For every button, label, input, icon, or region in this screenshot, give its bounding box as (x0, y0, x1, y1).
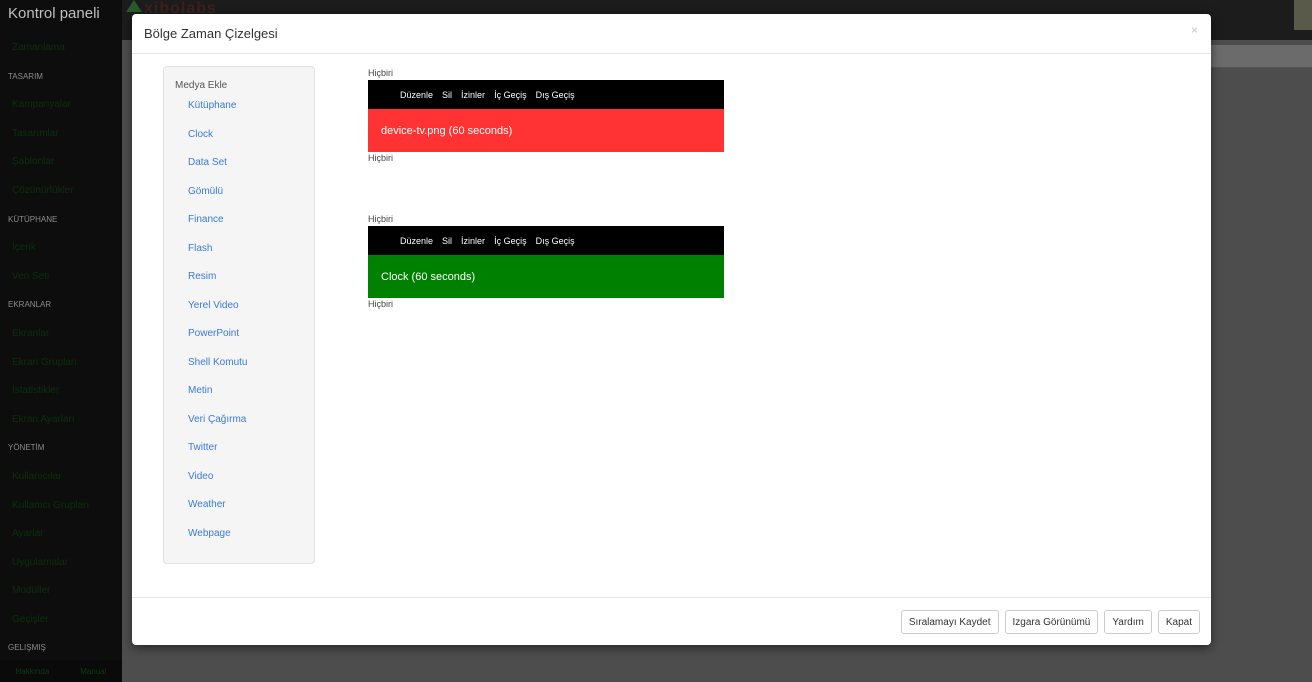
sidebar-item-ekran-gruplari[interactable]: Ekran Grupları (0, 349, 122, 378)
toolbar-izinler-button[interactable]: İzinler (461, 236, 485, 246)
sidebar-section-tasarim: TASARIM (8, 71, 43, 81)
media-type-list: Kütüphane Clock Data Set Gömülü Finance Flash… (188, 100, 247, 556)
media-item-data-set[interactable]: Data Set (188, 157, 247, 186)
toolbar-ic-gecis-button[interactable]: İç Geçiş (494, 236, 527, 246)
sidebar-item-icerik[interactable]: İçerik (0, 234, 122, 263)
media-item-veri-cagirma[interactable]: Veri Çağırma (188, 414, 247, 443)
media-block[interactable]: Clock (60 seconds) (368, 255, 724, 298)
sidebar-item-istatistikler[interactable]: İstatistikler (0, 377, 122, 406)
sidebar-item-tasarimlar[interactable]: Tasarımlar (0, 120, 122, 149)
footer-buttons: Sıralamayı Kaydet Izgara Görünümü Yardım Ka… (900, 610, 1200, 634)
kapat-button[interactable]: Kapat (1157, 610, 1200, 634)
sidebar-item-moduller[interactable]: Modüller (0, 577, 122, 606)
media-item-flash[interactable]: Flash (188, 243, 247, 272)
sidebar: Kontrol paneli Zamanlama TASARIM Kampanyal… (0, 0, 122, 682)
region-timeline-modal: Bölge Zaman Çizelgesi × Medya Ekle Kütüp… (132, 14, 1211, 645)
transition-in-label: Hiçbiri (368, 214, 394, 224)
media-item-metin[interactable]: Metin (188, 385, 247, 414)
sidebar-item-kullanicilar[interactable]: Kullanıcılar (0, 463, 122, 492)
sidebar-item-kullanici-gruplari[interactable]: Kullanıcı Grupları (0, 492, 122, 521)
media-item-powerpoint[interactable]: PowerPoint (188, 328, 247, 357)
media-item-finance[interactable]: Finance (188, 214, 247, 243)
toolbar-sil-button[interactable]: Sil (442, 236, 452, 246)
close-icon[interactable]: × (1191, 23, 1198, 37)
sidebar-item-sablonlar[interactable]: Şablonlar (0, 148, 122, 177)
sidebar-section-yonetim: YÖNETİM (8, 443, 45, 453)
background-panel (1210, 45, 1312, 68)
toolbar-duzenle-button[interactable]: Düzenle (400, 90, 433, 100)
media-block[interactable]: device-tv.png (60 seconds) (368, 109, 724, 152)
sidebar-footer: Hakkında Manual (0, 660, 122, 682)
sidebar-item-kampanyalar[interactable]: Kampanyalar (0, 91, 122, 120)
media-item-weather[interactable]: Weather (188, 499, 247, 528)
sidebar-item-veri-seti[interactable]: Veri Seti (0, 263, 122, 292)
sidebar-item-cozunurlukler[interactable]: Çözünürlükler (0, 177, 122, 206)
timeline-toolbar: Düzenle Sil İzinler İç Geçiş Dış Geçiş (368, 80, 724, 109)
sidebar-section-gelismis: GELIŞMIŞ (8, 643, 46, 653)
sidebar-section-ekranlar: EKRANLAR (8, 300, 52, 310)
sidebar-item-zamanlama[interactable]: Zamanlama (0, 34, 122, 63)
timeline-item: Hiçbiri Düzenle Sil İzinler İç Geçiş Dış Geçi… (368, 67, 724, 165)
toolbar-dis-gecis-button[interactable]: Dış Geçiş (536, 90, 575, 100)
media-item-kutuphane[interactable]: Kütüphane (188, 100, 247, 129)
toolbar-duzenle-button[interactable]: Düzenle (400, 236, 433, 246)
media-item-twitter[interactable]: Twitter (188, 442, 247, 471)
siralamayi-kaydet-button[interactable]: Sıralamayı Kaydet (900, 610, 999, 634)
izgara-gorunumu-button[interactable]: Izgara Görünümü (1004, 610, 1099, 634)
modal-title: Bölge Zaman Çizelgesi (144, 26, 278, 41)
timeline-toolbar: Düzenle Sil İzinler İç Geçiş Dış Geçiş (368, 226, 724, 255)
timeline-item: Hiçbiri Düzenle Sil İzinler İç Geçiş Dış Geçi… (368, 213, 724, 311)
modal-header: Bölge Zaman Çizelgesi × (132, 14, 1211, 54)
media-item-resim[interactable]: Resim (188, 271, 247, 300)
avatar[interactable] (1294, 0, 1312, 30)
sidebar-nav: Zamanlama TASARIM Kampanyalar Tasarımlar Şab… (0, 34, 122, 663)
modal-footer: Sıralamayı Kaydet Izgara Görünümü Yardım Ka… (132, 597, 1211, 645)
sidebar-item-uygulamalar[interactable]: Uygulamalar (0, 549, 122, 578)
media-item-webpage[interactable]: Webpage (188, 528, 247, 557)
add-media-title: Medya Ekle (175, 80, 228, 91)
manual-link[interactable]: Manual (80, 667, 106, 676)
about-link[interactable]: Hakkında (15, 667, 49, 676)
sidebar-brand[interactable]: Kontrol paneli (0, 0, 122, 34)
sidebar-item-ayarlar[interactable]: Ayarlar (0, 520, 122, 549)
add-media-panel: Medya Ekle Kütüphane Clock Data Set Gömülü F… (163, 66, 315, 564)
media-item-shell-komutu[interactable]: Shell Komutu (188, 357, 247, 386)
media-item-gomulu[interactable]: Gömülü (188, 186, 247, 215)
media-item-yerel-video[interactable]: Yerel Video (188, 300, 247, 329)
sidebar-item-gecisler[interactable]: Geçişler (0, 606, 122, 635)
toolbar-dis-gecis-button[interactable]: Dış Geçiş (536, 236, 575, 246)
logo-icon (126, 0, 142, 12)
sidebar-section-kutuphane: KÜTÜPHANE (8, 214, 58, 224)
toolbar-izinler-button[interactable]: İzinler (461, 90, 485, 100)
media-item-clock[interactable]: Clock (188, 129, 247, 158)
sidebar-item-ekran-ayarlari[interactable]: Ekran Ayarları (0, 406, 122, 435)
transition-in-label: Hiçbiri (368, 68, 394, 78)
media-item-video[interactable]: Video (188, 471, 247, 500)
toolbar-ic-gecis-button[interactable]: İç Geçiş (494, 90, 527, 100)
yardim-button[interactable]: Yardım (1104, 610, 1152, 634)
toolbar-sil-button[interactable]: Sil (442, 90, 452, 100)
transition-out-label: Hiçbiri (368, 153, 394, 163)
sidebar-item-ekranlar[interactable]: Ekranlar (0, 320, 122, 349)
transition-out-label: Hiçbiri (368, 299, 394, 309)
